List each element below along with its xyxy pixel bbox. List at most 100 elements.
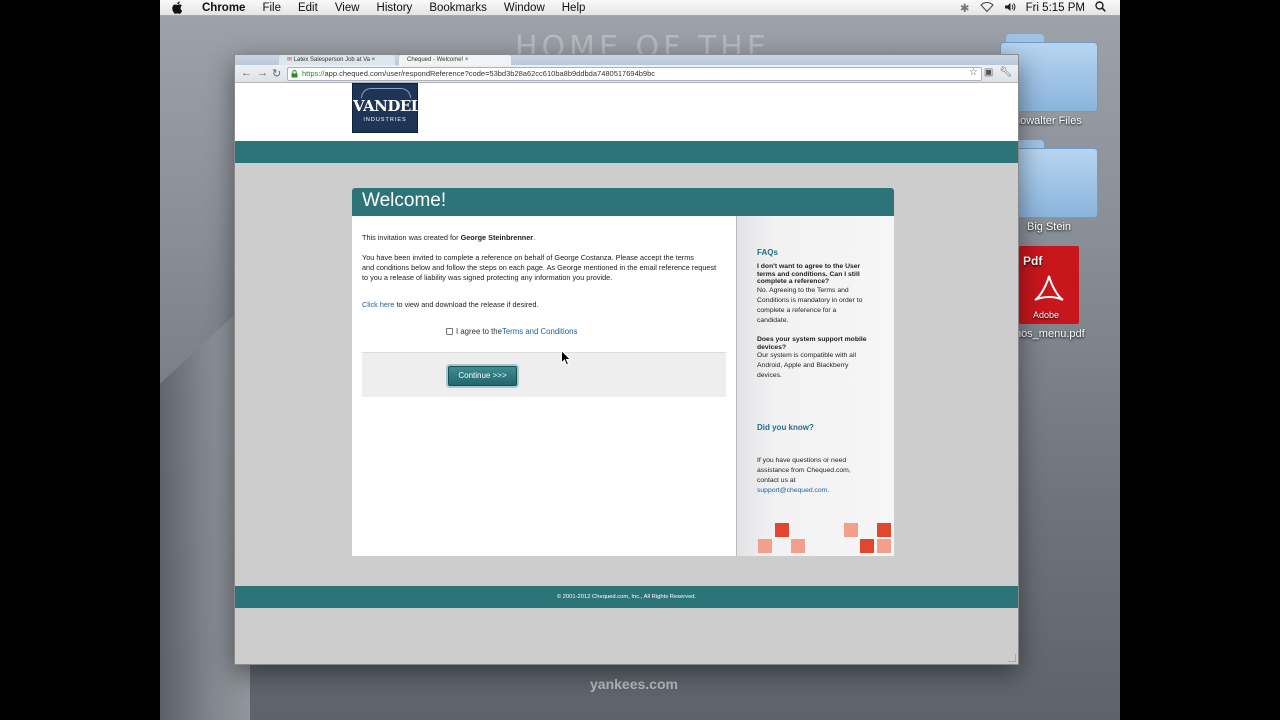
browser-tab-title: Chequed - Welcome! [407,57,464,63]
faq-answer-line: No. Agreeing to the Terms and [757,287,849,294]
welcome-content: This invitation was created for George S… [352,216,737,556]
did-you-know-heading: Did you know? [757,423,814,432]
faq-answer-line: Conditions is mandatory in order to [757,297,863,304]
menu-extras: ✱ Fri 5:15 PM [960,0,1106,16]
faq-question-line: devices? [757,343,787,351]
site-footer: © 2001-2012 Chequed.com, Inc., All Right… [235,586,1018,608]
decorative-square [791,539,805,553]
vandelay-logo[interactable]: VANDELAY INDUSTRIES [352,83,442,133]
pdf-brand: Adobe [1033,310,1060,320]
url-scheme: https:// [302,69,325,78]
logo-sub-text: INDUSTRIES [363,117,407,123]
faq-answer-line: Our system is compatible with all [757,352,856,359]
agree-label: I agree to the [456,327,502,336]
faq-question-line: complete a reference? [757,278,830,285]
decorative-square [758,539,772,553]
decorative-square [775,523,789,537]
page-title: Welcome! [362,190,447,211]
menu-edit[interactable]: Edit [298,2,318,14]
faq-answer-line: complete a reference for a [757,307,837,314]
faq-question: I don't want to agree to the User terms … [757,263,882,286]
faq-question-line: terms and conditions. Can I still [757,270,860,278]
continue-button[interactable]: Continue >>> [448,366,517,386]
lock-icon [291,70,298,78]
back-icon[interactable]: ← [241,67,252,79]
faq-answer-line: Android, Apple and Blackberry [757,362,849,369]
agree-checkbox[interactable] [446,328,453,335]
help-line: assistance from Chequed.com, [757,467,851,474]
invitation-suffix: . [533,233,536,242]
faq-answer: No. Agreeing to the Terms and Conditions… [757,286,882,326]
tab-strip: ✉ Latex Salesperson Job at Va × Chequed … [235,55,1018,65]
address-bar[interactable]: https://app.chequed.com/user/respondRefe… [287,67,982,81]
mouse-pointer-icon [561,350,571,366]
faq-sidebar: FAQs I don't want to agree to the User t… [737,216,894,556]
bluetooth-icon[interactable]: ✱ [960,1,970,15]
bookmark-star-icon[interactable]: ☆ [969,67,978,78]
button-panel: Continue >>> [362,352,726,397]
window-resize-handle[interactable] [1008,654,1016,662]
instructions-paragraph: You have been invited to complete a refe… [362,253,716,283]
wifi-icon[interactable] [979,1,994,15]
faq-heading: FAQs [757,248,778,257]
tab-close-icon[interactable]: × [372,57,376,63]
instructions-line: You have been invited to complete a refe… [362,253,694,262]
pdf-badge: Pdf [1023,254,1043,268]
menu-bar: Chrome File Edit View History Bookmarks … [160,0,1120,16]
chrome-window: ✉ Latex Salesperson Job at Va × Chequed … [234,54,1019,665]
volume-icon[interactable] [1004,2,1016,15]
browser-tab-chequed[interactable]: Chequed - Welcome! × [399,55,511,65]
help-contact-text: If you have questions or need assistance… [757,456,882,496]
apple-icon[interactable] [172,0,188,16]
faq-answer-line: devices. [757,372,782,379]
tab-close-icon[interactable]: × [465,57,469,63]
help-line: If you have questions or need [757,457,847,464]
browser-tools: ☆ ▣ 🔧︎ [969,67,1012,78]
browser-toolbar: ← → ↻ https://app.chequed.com/user/respo… [235,65,1018,83]
spotlight-search-icon[interactable] [1095,1,1106,15]
url-text: app.chequed.com/user/respondReference?co… [324,69,656,78]
desktop-screen: Chrome File Edit View History Bookmarks … [160,0,1120,720]
faq-answer-line: candidate. [757,317,789,324]
invitation-prefix: This invitation was created for [362,233,461,242]
menu-help[interactable]: Help [562,2,586,14]
browser-tab-title: Latex Salesperson Job at Va [293,57,370,63]
terms-link[interactable]: Terms and Conditions [502,327,577,336]
menu-clock[interactable]: Fri 5:15 PM [1026,2,1085,14]
decorative-square [877,523,891,537]
page-menu-icon[interactable]: ▣ [984,67,993,78]
release-text-suffix: to view and download the release if desi… [394,300,539,309]
wallpaper-bottom-text: yankees.com [590,676,678,692]
site-header: VANDELAY INDUSTRIES [235,83,1018,141]
menu-history[interactable]: History [377,2,413,14]
release-download-link[interactable]: Click here [362,300,394,309]
terms-agreement: I agree to the Terms and Conditions [446,327,577,336]
faq-question-line: Does your system support mobile [757,336,867,343]
decorative-square [844,523,858,537]
menu-bookmarks[interactable]: Bookmarks [429,2,487,14]
reload-icon[interactable]: ↻ [272,67,281,80]
site-nav-bar [235,141,1018,163]
instructions-line: to you a release of liability was signed… [362,273,613,282]
menu-window[interactable]: Window [504,2,545,14]
instructions-line: and conditions below and follow the step… [362,263,717,272]
forward-icon[interactable]: → [257,67,268,79]
menu-view[interactable]: View [335,2,360,14]
decorative-square [877,539,891,553]
pdf-file-icon: Pdf Adobe [1019,246,1079,324]
invitee-name: George Steinbrenner [460,233,534,242]
support-email-link[interactable]: support@chequed.com. [757,486,882,496]
faq-question: Does your system support mobile devices? [757,336,882,351]
web-page: VANDELAY INDUSTRIES Welcome! This invita… [235,83,1018,664]
browser-tab-job[interactable]: ✉ Latex Salesperson Job at Va × [279,55,395,65]
gmail-icon: ✉ [287,57,293,63]
decorative-square [860,539,874,553]
logo-main-text: VANDELAY [353,97,442,115]
invitation-text: This invitation was created for George S… [362,233,535,243]
release-text: Click here to view and download the rele… [362,300,538,310]
faq-question-line: I don't want to agree to the User [757,263,861,270]
menu-file[interactable]: File [262,2,281,14]
faq-answer: Our system is compatible with all Androi… [757,351,882,381]
wrench-icon[interactable]: 🔧︎ [999,67,1012,78]
menu-app-chrome[interactable]: Chrome [202,2,245,14]
